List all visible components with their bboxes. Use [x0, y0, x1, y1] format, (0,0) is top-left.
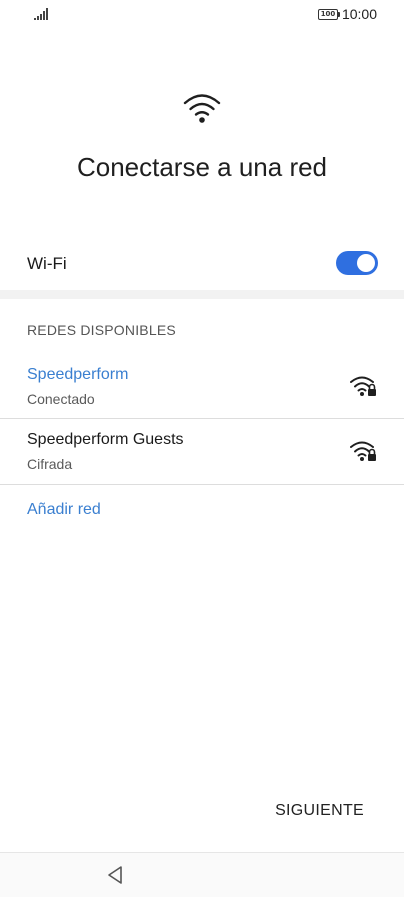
wifi-toggle-switch[interactable] — [336, 251, 378, 275]
status-bar: 100 10:00 — [0, 0, 404, 30]
wifi-lock-icon — [350, 441, 376, 461]
network-status: Conectado — [27, 391, 95, 407]
wifi-toggle-row[interactable]: Wi-Fi — [0, 240, 404, 288]
available-networks-header: REDES DISPONIBLES — [27, 322, 176, 338]
toggle-knob — [357, 254, 375, 272]
section-divider — [0, 290, 404, 299]
back-icon[interactable] — [106, 865, 124, 885]
navigation-bar — [0, 852, 404, 897]
battery-icon: 100 — [318, 9, 342, 20]
list-divider — [0, 418, 404, 419]
network-status: Cifrada — [27, 456, 73, 472]
network-item[interactable]: Speedperform Conectado — [0, 356, 404, 418]
list-divider — [0, 484, 404, 485]
add-network-link[interactable]: Añadir red — [27, 501, 101, 519]
next-button[interactable]: SIGUIENTE — [275, 802, 364, 820]
clock: 10:00 — [341, 6, 377, 22]
wifi-lock-icon — [350, 376, 376, 396]
network-item[interactable]: Speedperform Guests Cifrada — [0, 421, 404, 484]
network-name: Speedperform Guests — [27, 431, 184, 448]
page-title: Conectarse a una red — [76, 152, 328, 182]
battery-level: 100 — [318, 9, 338, 20]
wifi-icon — [183, 94, 221, 123]
network-name: Speedperform — [27, 366, 129, 383]
signal-icon — [34, 8, 48, 20]
wifi-toggle-label: Wi-Fi — [27, 254, 67, 273]
